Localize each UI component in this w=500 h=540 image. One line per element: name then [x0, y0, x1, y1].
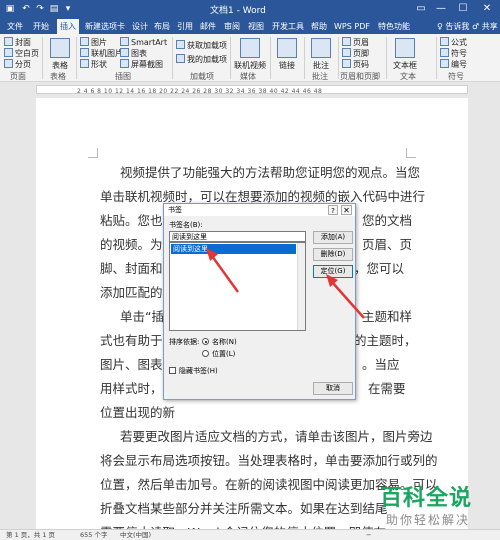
- arrow-to-bookmark-item: [206, 248, 240, 293]
- page-count[interactable]: 第 1 页，共 1 页: [6, 530, 55, 540]
- word-app-window: ▣ ↶ ↷ ▤ ▾ 文档1 - Word ▭ — ☐ ✕ 文件 开始 插入 新建…: [0, 0, 500, 540]
- annotation-arrows: [206, 248, 365, 319]
- arrow-to-goto-button: [326, 274, 365, 319]
- word-count[interactable]: 655 个字: [80, 530, 107, 540]
- watermark-logo: 百科全说 助你轻松解决: [372, 480, 498, 528]
- status-bar: 第 1 页，共 1 页 655 个字 中文(中国) −: [0, 529, 500, 540]
- watermark-title: 百科全说: [380, 486, 473, 511]
- watermark-subtitle: 助你轻松解决: [386, 513, 471, 527]
- language-indicator[interactable]: 中文(中国): [120, 530, 151, 540]
- zoom-out-button[interactable]: −: [366, 530, 371, 540]
